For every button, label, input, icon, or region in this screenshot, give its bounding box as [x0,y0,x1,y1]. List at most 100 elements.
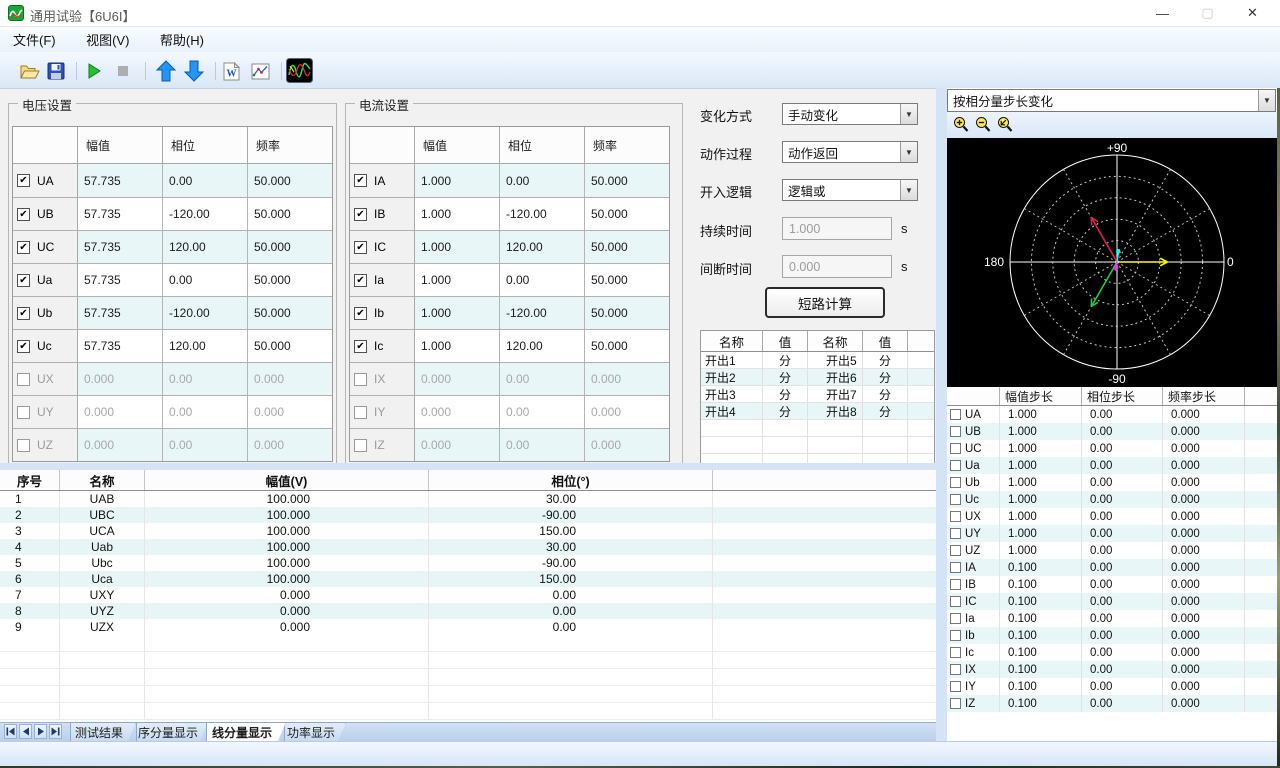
zoom-reset-icon[interactable] [997,116,1013,133]
freq-step[interactable]: 0.000 [1163,644,1245,661]
freq-value[interactable]: 0.000 [248,363,332,395]
vertical-splitter[interactable] [936,88,947,741]
horizontal-splitter[interactable] [0,463,936,470]
channel-checkbox[interactable]: ✔ [354,208,367,221]
amp-value[interactable]: 1.000 [415,231,500,263]
amp-value[interactable]: 1.000 [415,164,500,197]
channel-checkbox[interactable]: ✔ [354,307,367,320]
freq-value[interactable]: 50.000 [585,297,669,329]
open-file-button[interactable] [18,59,42,83]
line-row-UCA[interactable]: 3UCA100.000150.00 [0,523,936,539]
amp-value[interactable]: 0.000 [78,363,163,395]
channel-checkbox[interactable] [354,406,367,419]
amp-step[interactable]: 0.100 [1000,661,1082,678]
first-page-button[interactable] [4,724,17,739]
waveform-view-button[interactable] [286,58,313,83]
amp-step[interactable]: 0.100 [1000,559,1082,576]
step-checkbox[interactable] [950,562,961,573]
amp-value[interactable]: 1.000 [415,297,500,329]
step-down-button[interactable] [182,59,206,83]
duration-input[interactable]: 1.000 [782,217,892,240]
amp-value[interactable]: 57.735 [78,164,163,197]
freq-step[interactable]: 0.000 [1163,576,1245,593]
amp-step[interactable]: 1.000 [1000,542,1082,559]
phase-value[interactable]: 0.00 [163,264,248,296]
phase-step[interactable]: 0.00 [1082,661,1163,678]
freq-step[interactable]: 0.000 [1163,627,1245,644]
freq-step[interactable]: 0.000 [1163,525,1245,542]
next-page-button[interactable] [34,724,47,739]
phase-value[interactable]: 0.00 [500,363,585,395]
channel-checkbox[interactable]: ✔ [354,274,367,287]
amp-step[interactable]: 0.100 [1000,695,1082,712]
amp-step[interactable]: 0.100 [1000,678,1082,695]
run-test-button[interactable] [82,59,106,83]
step-mode-select[interactable]: 按相分量步长变化 ▼ [947,89,1276,112]
step-checkbox[interactable] [950,426,961,437]
amp-step[interactable]: 0.100 [1000,644,1082,661]
amp-value[interactable]: 0.000 [415,396,500,428]
phase-step[interactable]: 0.00 [1082,559,1163,576]
channel-checkbox[interactable] [17,406,30,419]
chevron-down-icon[interactable]: ▼ [900,104,917,124]
freq-value[interactable]: 50.000 [248,164,332,197]
amp-value[interactable]: 1.000 [415,198,500,230]
phase-step[interactable]: 0.00 [1082,610,1163,627]
step-checkbox[interactable] [950,477,961,488]
freq-value[interactable]: 50.000 [585,164,669,197]
amp-value[interactable]: 0.000 [415,429,500,461]
phase-value[interactable]: 0.00 [163,363,248,395]
step-checkbox[interactable] [950,511,961,522]
phase-step[interactable]: 0.00 [1082,474,1163,491]
freq-value[interactable]: 50.000 [248,264,332,296]
tab-功率显示[interactable]: 功率显示 [284,722,346,741]
freq-step[interactable]: 0.000 [1163,559,1245,576]
step-checkbox[interactable] [950,630,961,641]
channel-checkbox[interactable]: ✔ [17,174,30,187]
amp-step[interactable]: 1.000 [1000,406,1082,423]
word-report-button[interactable]: W [219,59,243,83]
phase-value[interactable]: 120.00 [163,231,248,263]
amp-step[interactable]: 0.100 [1000,610,1082,627]
amp-step[interactable]: 1.000 [1000,423,1082,440]
step-checkbox[interactable] [950,579,961,590]
amp-step[interactable]: 0.100 [1000,576,1082,593]
line-row-Uab[interactable]: 4Uab100.00030.00 [0,539,936,555]
phase-value[interactable]: -120.00 [163,297,248,329]
channel-checkbox[interactable] [17,373,30,386]
minimize-button[interactable]: — [1140,0,1185,26]
phase-value[interactable]: -120.00 [500,297,585,329]
channel-checkbox[interactable]: ✔ [17,208,30,221]
interval-input[interactable]: 0.000 [782,255,892,278]
phase-value[interactable]: 0.00 [500,264,585,296]
channel-checkbox[interactable]: ✔ [354,241,367,254]
phase-step[interactable]: 0.00 [1082,627,1163,644]
phase-step[interactable]: 0.00 [1082,644,1163,661]
phase-step[interactable]: 0.00 [1082,457,1163,474]
amp-value[interactable]: 1.000 [415,264,500,296]
amp-value[interactable]: 0.000 [415,363,500,395]
chevron-down-icon[interactable]: ▼ [1258,90,1275,111]
step-up-button[interactable] [154,59,178,83]
change-mode-select[interactable]: 手动变化 ▼ [782,103,918,125]
zoom-in-icon[interactable] [953,116,969,133]
freq-step[interactable]: 0.000 [1163,508,1245,525]
phase-value[interactable]: 0.00 [500,396,585,428]
amp-value[interactable]: 57.735 [78,231,163,263]
freq-step[interactable]: 0.000 [1163,406,1245,423]
freq-value[interactable]: 50.000 [248,297,332,329]
freq-step[interactable]: 0.000 [1163,610,1245,627]
phase-step[interactable]: 0.00 [1082,406,1163,423]
phase-value[interactable]: 0.00 [163,164,248,197]
phase-value[interactable]: 120.00 [500,330,585,362]
step-checkbox[interactable] [950,664,961,675]
phase-value[interactable]: 0.00 [500,429,585,461]
channel-checkbox[interactable]: ✔ [17,340,30,353]
phase-value[interactable]: -120.00 [500,198,585,230]
line-row-UAB[interactable]: 1UAB100.00030.00 [0,491,936,507]
prev-page-button[interactable] [19,724,32,739]
freq-step[interactable]: 0.000 [1163,491,1245,508]
step-checkbox[interactable] [950,613,961,624]
channel-checkbox[interactable] [354,439,367,452]
freq-value[interactable]: 0.000 [248,429,332,461]
